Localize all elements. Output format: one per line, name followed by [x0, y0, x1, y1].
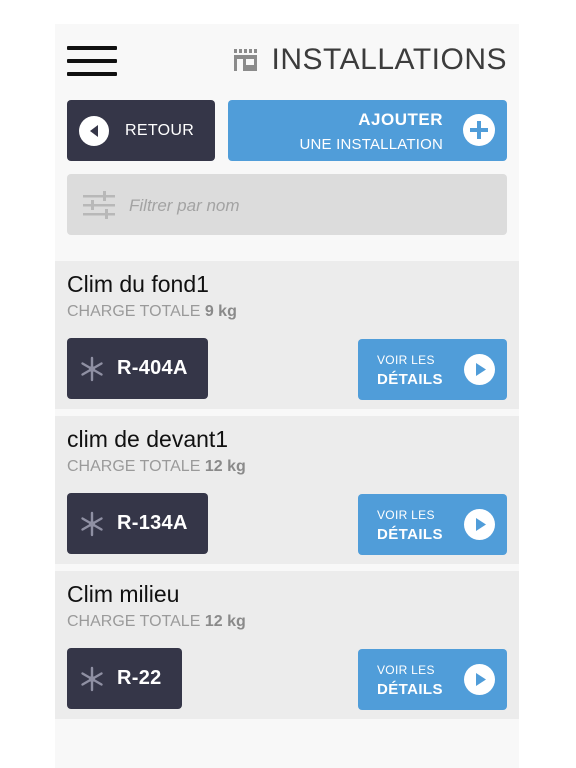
header: INSTALLATIONS: [55, 24, 519, 94]
add-installation-button[interactable]: AJOUTER UNE INSTALLATION: [228, 100, 507, 161]
installation-card: clim de devant1 CHARGE TOTALE 12 kg R-13…: [55, 416, 519, 564]
refrigerant-badge: R-404A: [67, 338, 208, 399]
app-screen: INSTALLATIONS RETOUR AJOUTER UNE INSTALL…: [55, 24, 519, 768]
view-details-button[interactable]: VOIR LES DÉTAILS: [358, 649, 507, 710]
sliders-icon: [83, 191, 115, 219]
play-icon: [464, 509, 495, 540]
installation-card: Clim milieu CHARGE TOTALE 12 kg R-22 VOI…: [55, 571, 519, 719]
charge-value: 12 kg: [204, 458, 246, 475]
snowflake-icon: [81, 666, 103, 691]
page-title: INSTALLATIONS: [271, 43, 507, 76]
installation-name: clim de devant1: [67, 426, 229, 452]
installation-charge: CHARGE TOTALE 12 kg: [67, 458, 246, 475]
play-icon: [464, 664, 495, 695]
installation-charge: CHARGE TOTALE 12 kg: [67, 613, 246, 630]
refrigerant-badge: R-134A: [67, 493, 208, 554]
snowflake-icon: [81, 356, 103, 381]
back-arrow-icon: [79, 115, 109, 146]
add-button-label-line2: UNE INSTALLATION: [299, 136, 443, 153]
refrigerant-code: R-404A: [117, 357, 188, 379]
installation-name: Clim milieu: [67, 581, 180, 607]
installation-card: Clim du fond1 CHARGE TOTALE 9 kg R-404A …: [55, 261, 519, 409]
view-details-button[interactable]: VOIR LES DÉTAILS: [358, 494, 507, 555]
add-button-label-line1: AJOUTER: [358, 110, 443, 129]
hamburger-menu-icon[interactable]: [67, 46, 117, 80]
snowflake-icon: [81, 511, 103, 536]
back-button-label: RETOUR: [125, 121, 195, 139]
charge-value: 9 kg: [204, 303, 237, 320]
title-area: INSTALLATIONS: [232, 38, 507, 82]
filter-input[interactable]: [127, 174, 501, 237]
filter-bar: [67, 174, 507, 237]
refrigerant-code: R-22: [117, 667, 162, 689]
building-icon: [233, 49, 257, 71]
refrigerant-badge: R-22: [67, 648, 182, 709]
play-icon: [464, 354, 495, 385]
installation-charge: CHARGE TOTALE 9 kg: [67, 303, 237, 320]
installation-name: Clim du fond1: [67, 271, 209, 297]
back-button[interactable]: RETOUR: [67, 100, 215, 161]
charge-value: 12 kg: [204, 613, 246, 630]
view-details-button[interactable]: VOIR LES DÉTAILS: [358, 339, 507, 400]
plus-icon: [463, 114, 495, 146]
refrigerant-code: R-134A: [117, 512, 188, 534]
